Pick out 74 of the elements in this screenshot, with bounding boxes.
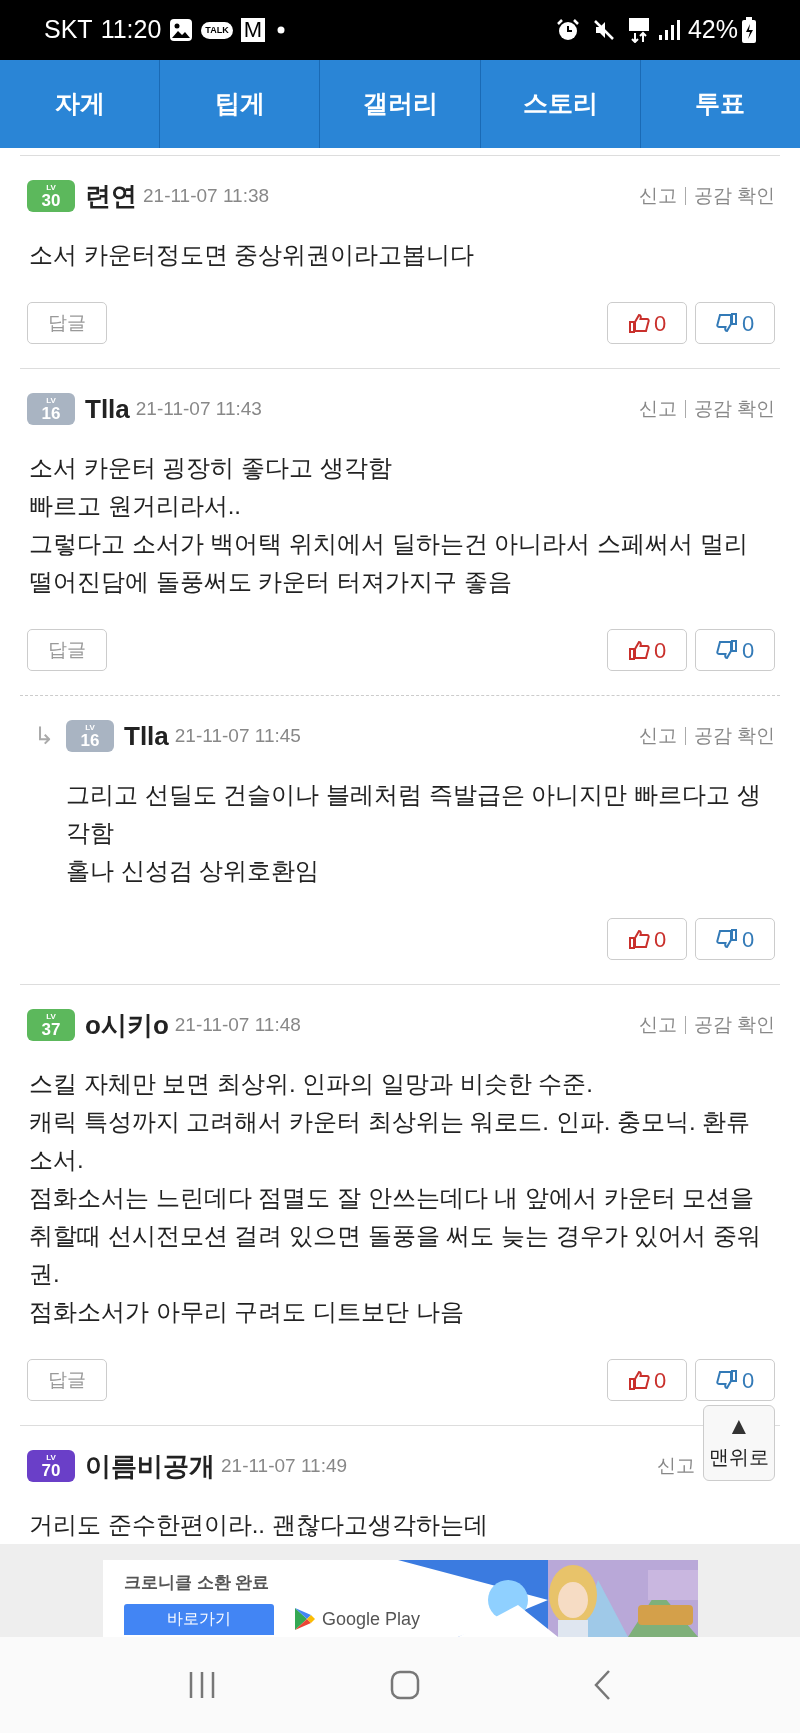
reply-button[interactable]: 답글 [27,1359,107,1401]
battery-icon [742,17,756,43]
cta-button[interactable]: 바로가기 [124,1603,274,1635]
empathy-link[interactable]: 공감 확인 [693,181,775,211]
dot-icon [277,26,285,34]
report-link[interactable]: 신고 [638,181,677,211]
comment-text: 캐릭 특성까지 고려해서 카운터 최상위는 워로드. 인파. 충모닉. 환류 소서. [29,1107,752,1175]
like-button[interactable]: 0 [607,302,687,344]
comment-date: 21-11-07 11:43 [135,396,262,421]
alarm-icon [555,18,580,42]
thumbs-down-icon [715,312,738,334]
comment-date: 21-11-07 11:38 [143,183,270,208]
thumbs-up-icon [627,312,650,334]
thumbs-down-icon [715,1369,738,1391]
dislike-button[interactable]: 0 [695,302,775,344]
level-badge: LV 37 [27,1009,75,1041]
signal-icon [657,19,680,41]
comment-text: 그리고 선딜도 건슬이나 블레처럼 즉발급은 아니지만 빠르다고 생각함 [66,780,762,848]
mail-badge: M [240,18,265,42]
comment-text: 소서 카운터 굉장히 좋다고 생각함 [29,453,393,483]
empathy-link[interactable]: 공감 확인 [693,721,775,751]
level-badge: LV 70 [27,1450,75,1482]
comment-text: 그렇다고 소서가 백어택 위치에서 딜하는건 아니라서 스페써서 멀리 떨어진담에 돌풍써도 카운터 터져가지구 좋음 [29,529,749,597]
comment-date: 21-11-07 11:48 [174,1012,301,1037]
thumbs-down-icon [715,928,738,950]
report-link[interactable]: 신고 [657,1451,695,1481]
report-link[interactable]: 신고 [638,1010,677,1040]
reply-button[interactable]: 답글 [27,302,107,344]
empathy-link[interactable]: 공감 확인 [693,1010,775,1040]
author-name: 이름비공개 [85,1449,215,1483]
report-link[interactable]: 신고 [638,394,677,424]
report-link[interactable]: 신고 [638,721,677,751]
thumbs-up-icon [627,928,650,950]
ad-banner[interactable]: 크로니클 소환 완료 바로가기 Google Play [103,1560,698,1637]
dislike-button[interactable]: 0 [695,918,775,960]
image-icon [169,18,194,42]
author-name: 련연 [85,179,137,213]
dislike-button[interactable]: 0 [695,629,775,671]
level-badge: LV 30 [27,180,75,212]
network-5g-icon [627,17,650,43]
comment-text: 홀나 신성검 상위호환임 [66,856,321,886]
reply-button[interactable]: 답글 [27,629,107,671]
scroll-top-button[interactable]: ▲ 맨위로 [703,1405,775,1481]
reply-arrow: ↳ [34,721,54,751]
empathy-link[interactable]: 공감 확인 [693,394,775,424]
comment-date: 21-11-07 11:45 [174,723,301,748]
like-button[interactable]: 0 [607,918,687,960]
thumbs-down-icon [715,639,738,661]
author-name: Tlla [85,392,130,426]
thumbs-up-icon [627,639,650,661]
chat-badge: TALK [201,21,233,39]
thumbs-up-icon [627,1369,650,1391]
dislike-button[interactable]: 0 [695,1359,775,1401]
comment-text: 스킬 자체만 보면 최상위. 인파의 일망과 비슷한 수준. [29,1069,594,1099]
carrier: SKT [44,14,93,46]
author-name: Tlla [124,719,169,753]
like-button[interactable]: 0 [607,629,687,671]
comment-text: 점화소서가 아무리 구려도 디트보단 나음 [29,1297,465,1327]
store-label: Google Play [322,1607,421,1631]
mute-icon [591,18,616,42]
comment-text: 빠르고 원거리라서.. [29,491,242,521]
play-store-icon [294,1607,316,1631]
level-badge: LV 16 [66,720,114,752]
like-button[interactable]: 0 [607,1359,687,1401]
ad-headline: 크로니클 소환 완료 [124,1572,271,1594]
comment-text: 점화소서는 느린데다 점멸도 잘 안쓰는데다 내 앞에서 카운터 모션을 취할때 선시전모션 걸려 있으면 돌풍을 써도 늦는 경우가 있어서 중워권. [29,1183,762,1289]
comment-text: 거리도 준수한편이라.. 괜찮다고생각하는데 [29,1510,489,1540]
home-icon [390,1670,420,1700]
comment-date: 21-11-07 11:49 [221,1453,348,1478]
author-name: o시키o [85,1008,169,1042]
battery-percent: 42% [687,14,738,46]
clock: 11:20 [100,14,162,46]
level-badge: LV 16 [27,393,75,425]
comment-text: 소서 카운터정도면 중상위권이라고봅니다 [29,240,476,270]
